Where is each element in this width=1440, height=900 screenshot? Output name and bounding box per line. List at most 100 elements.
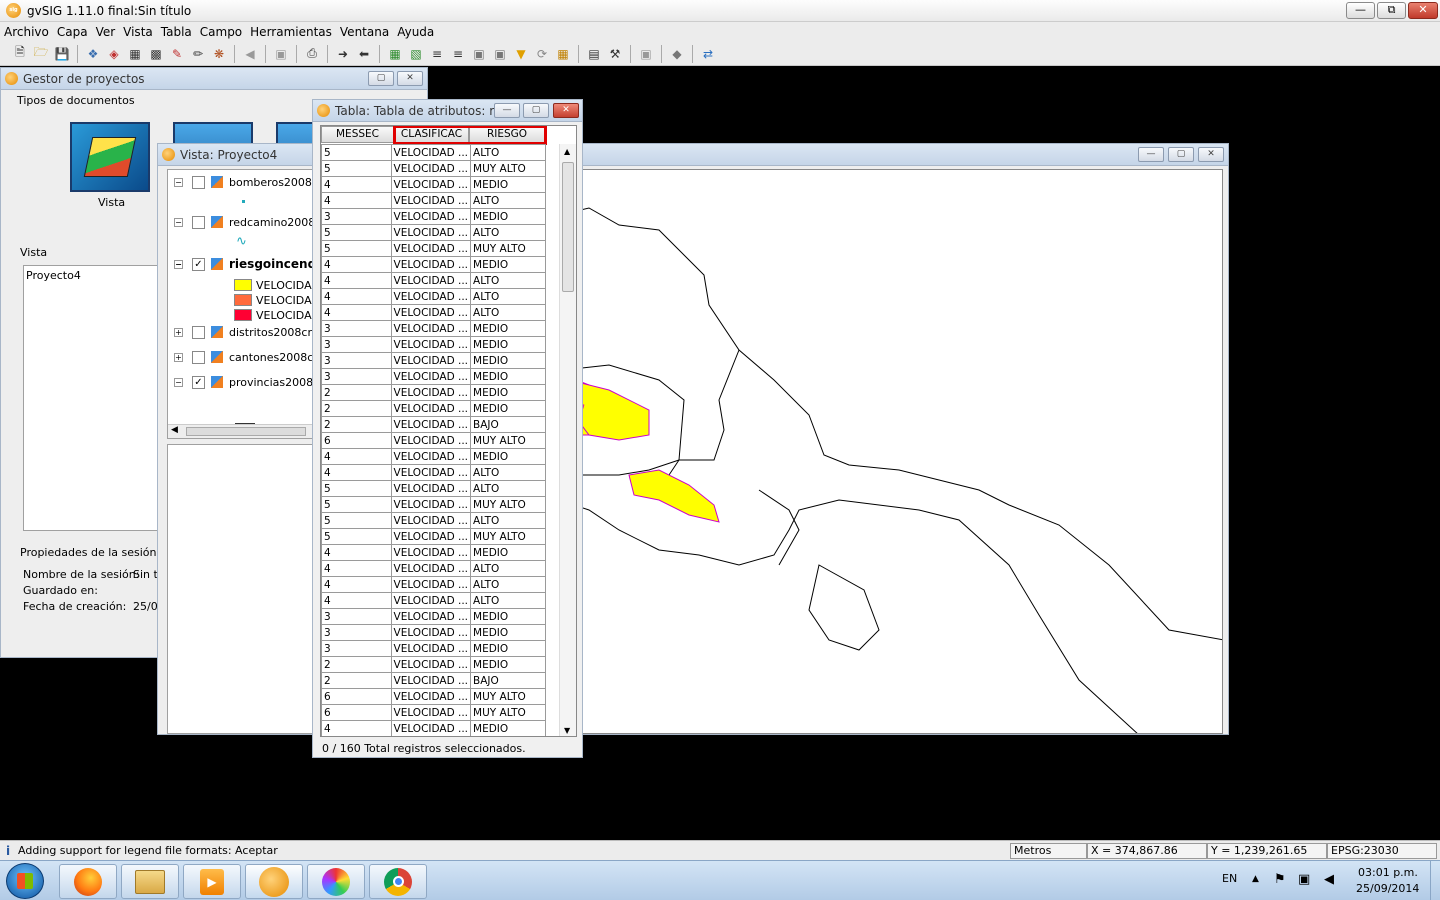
cell-clasificac[interactable]: VELOCIDAD ... xyxy=(390,528,472,545)
cell-messec[interactable]: 3 xyxy=(321,208,392,225)
cell-riesgo[interactable]: MEDIO xyxy=(470,400,546,417)
cell-clasificac[interactable]: VELOCIDAD ... xyxy=(390,576,472,593)
cell-riesgo[interactable]: ALTO xyxy=(470,224,546,241)
network-icon[interactable]: ▣ xyxy=(1298,872,1310,887)
cell-messec[interactable]: 6 xyxy=(321,432,392,449)
cell-messec[interactable]: 4 xyxy=(321,592,392,609)
expand-icon[interactable]: + xyxy=(174,327,183,337)
taskbar-chrome[interactable] xyxy=(369,864,427,899)
cell-riesgo[interactable]: MUY ALTO xyxy=(470,160,546,177)
maximize-button[interactable]: ▢ xyxy=(368,71,394,86)
table-row[interactable]: 4 VELOCIDAD ... ALTO xyxy=(321,272,546,289)
cell-clasificac[interactable]: VELOCIDAD ... xyxy=(390,448,472,465)
cell-riesgo[interactable]: ALTO xyxy=(470,560,546,577)
table-row[interactable]: 3 VELOCIDAD ... MEDIO xyxy=(321,352,546,369)
cell-messec[interactable]: 5 xyxy=(321,480,392,497)
table-row[interactable]: 3 VELOCIDAD ... MEDIO xyxy=(321,624,546,641)
export-icon[interactable]: ▣ xyxy=(637,45,655,63)
table-row[interactable]: 4 VELOCIDAD ... ALTO xyxy=(321,192,546,209)
cell-clasificac[interactable]: VELOCIDAD ... xyxy=(390,560,472,577)
scroll-up-icon[interactable]: ▲ xyxy=(564,147,570,156)
collapse-icon[interactable]: − xyxy=(174,259,183,269)
menu-vista[interactable]: Vista xyxy=(123,25,153,39)
cell-clasificac[interactable]: VELOCIDAD ... xyxy=(390,368,472,385)
cell-messec[interactable]: 2 xyxy=(321,400,392,417)
scroll-thumb[interactable] xyxy=(186,427,306,436)
table-row[interactable]: 3 VELOCIDAD ... MEDIO xyxy=(321,368,546,385)
field-edit-icon[interactable]: ▣ xyxy=(491,45,509,63)
cell-messec[interactable]: 3 xyxy=(321,320,392,337)
cell-riesgo[interactable]: MEDIO xyxy=(470,176,546,193)
cell-clasificac[interactable]: VELOCIDAD ... xyxy=(390,208,472,225)
taskbar-paint[interactable] xyxy=(307,864,365,899)
column-header-messec[interactable]: MESSEC xyxy=(321,126,394,143)
table-row[interactable]: 4 VELOCIDAD ... MEDIO xyxy=(321,448,546,465)
table-row[interactable]: 4 VELOCIDAD ... ALTO xyxy=(321,288,546,305)
cell-riesgo[interactable]: ALTO xyxy=(470,144,546,161)
minimize-button[interactable]: — xyxy=(1346,2,1375,19)
cell-messec[interactable]: 4 xyxy=(321,448,392,465)
cell-clasificac[interactable]: VELOCIDAD ... xyxy=(390,624,472,641)
close-button[interactable]: ✕ xyxy=(553,103,579,118)
layer-checkbox[interactable] xyxy=(192,325,205,339)
cell-riesgo[interactable]: MEDIO xyxy=(470,544,546,561)
view-icon[interactable]: ◈ xyxy=(105,45,123,63)
layer-checkbox[interactable] xyxy=(192,350,205,364)
cell-clasificac[interactable]: VELOCIDAD ... xyxy=(390,640,472,657)
cell-clasificac[interactable]: VELOCIDAD ... xyxy=(390,720,472,736)
cell-messec[interactable]: 4 xyxy=(321,272,392,289)
cell-messec[interactable]: 3 xyxy=(321,368,392,385)
layout-frame-icon[interactable]: ▣ xyxy=(272,45,290,63)
cell-messec[interactable]: 4 xyxy=(321,720,392,736)
cell-clasificac[interactable]: VELOCIDAD ... xyxy=(390,240,472,257)
cell-riesgo[interactable]: MEDIO xyxy=(470,640,546,657)
cell-clasificac[interactable]: VELOCIDAD ... xyxy=(390,656,472,673)
sort-asc-icon[interactable]: ≡ xyxy=(428,45,446,63)
table-row[interactable]: 2 VELOCIDAD ... BAJO xyxy=(321,416,546,433)
document-list[interactable]: Proyecto4 xyxy=(23,265,163,531)
cell-clasificac[interactable]: VELOCIDAD ... xyxy=(390,352,472,369)
cell-riesgo[interactable]: BAJO xyxy=(470,672,546,689)
cell-riesgo[interactable]: MUY ALTO xyxy=(470,496,546,513)
cell-messec[interactable]: 6 xyxy=(321,704,392,721)
cell-messec[interactable]: 3 xyxy=(321,352,392,369)
table-row[interactable]: 4 VELOCIDAD ... ALTO xyxy=(321,304,546,321)
table-row[interactable]: 3 VELOCIDAD ... MEDIO xyxy=(321,608,546,625)
table-row[interactable]: 5 VELOCIDAD ... ALTO xyxy=(321,224,546,241)
cell-riesgo[interactable]: MUY ALTO xyxy=(470,240,546,257)
table-row[interactable]: 5 VELOCIDAD ... ALTO xyxy=(321,512,546,529)
scroll-down-icon[interactable]: ▼ xyxy=(564,726,570,735)
cell-riesgo[interactable]: MEDIO xyxy=(470,384,546,401)
scroll-left-icon[interactable]: ◀ xyxy=(171,425,178,435)
taskbar-explorer[interactable] xyxy=(121,864,179,899)
cell-clasificac[interactable]: VELOCIDAD ... xyxy=(390,176,472,193)
save-icon[interactable]: 💾 xyxy=(53,45,71,63)
action-center-flag-icon[interactable]: ⚑ xyxy=(1274,872,1286,887)
horizontal-scrollbar[interactable]: ◀ xyxy=(168,424,312,438)
list-item[interactable]: Proyecto4 xyxy=(26,269,81,282)
table-row[interactable]: 2 VELOCIDAD ... MEDIO xyxy=(321,656,546,673)
settings-icon[interactable]: ⚒ xyxy=(606,45,624,63)
tool-icon[interactable]: ❋ xyxy=(210,45,228,63)
layer-row[interactable]: − ✓ riesgoincend xyxy=(174,255,312,273)
layer-checkbox[interactable] xyxy=(192,215,205,229)
open-icon[interactable]: 🗁 xyxy=(32,45,50,63)
layer-checkbox[interactable]: ✓ xyxy=(192,257,205,271)
link-icon[interactable]: ▧ xyxy=(407,45,425,63)
cell-riesgo[interactable]: MEDIO xyxy=(470,368,546,385)
cell-clasificac[interactable]: VELOCIDAD ... xyxy=(390,288,472,305)
table-row[interactable]: 6 VELOCIDAD ... MUY ALTO xyxy=(321,432,546,449)
restore-button[interactable]: ⧉ xyxy=(1377,2,1406,19)
clock-date[interactable]: 25/09/2014 xyxy=(1356,882,1419,895)
taskbar-media-player[interactable]: ▶ xyxy=(183,864,241,899)
table-row[interactable]: 3 VELOCIDAD ... MEDIO xyxy=(321,320,546,337)
cell-clasificac[interactable]: VELOCIDAD ... xyxy=(390,432,472,449)
table-row[interactable]: 4 VELOCIDAD ... ALTO xyxy=(321,464,546,481)
table-row[interactable]: 4 VELOCIDAD ... ALTO xyxy=(321,576,546,593)
edit-icon[interactable]: ✏ xyxy=(189,45,207,63)
menu-campo[interactable]: Campo xyxy=(200,25,242,39)
menu-ver[interactable]: Ver xyxy=(96,25,116,39)
layout-icon[interactable]: ▩ xyxy=(147,45,165,63)
cell-riesgo[interactable]: ALTO xyxy=(470,304,546,321)
table-row[interactable]: 4 VELOCIDAD ... ALTO xyxy=(321,592,546,609)
